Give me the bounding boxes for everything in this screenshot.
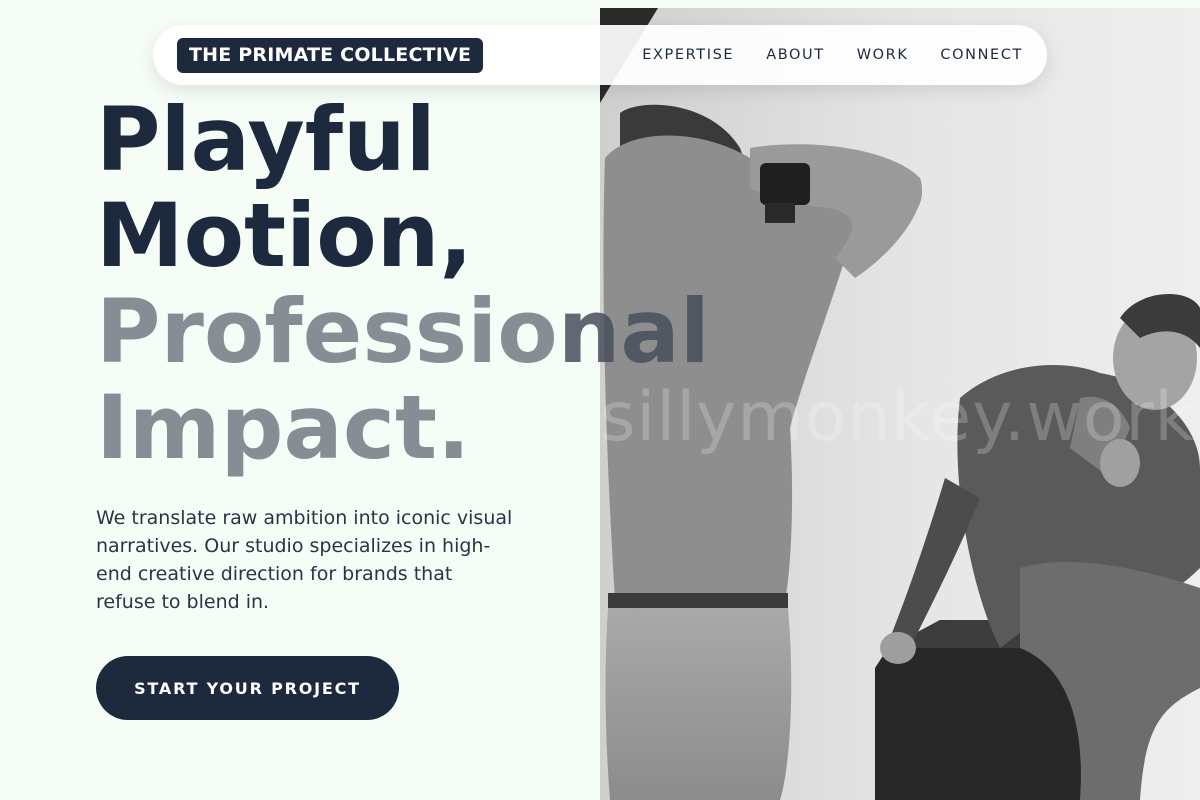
headline-line-2: Motion, [96, 184, 473, 287]
headline-line-3: Professional [96, 284, 710, 380]
nav-link-work[interactable]: WORK [857, 47, 909, 63]
nav-link-connect[interactable]: CONNECT [940, 47, 1023, 63]
headline-line-1: Playful [96, 88, 436, 191]
hero-description: We translate raw ambition into iconic vi… [96, 507, 513, 613]
brand-logo[interactable]: THE PRIMATE COLLECTIVE [177, 38, 484, 73]
nav-link-expertise[interactable]: EXPERTISE [642, 47, 734, 63]
nav-link-about[interactable]: ABOUT [766, 47, 825, 63]
start-project-button[interactable]: START YOUR PROJECT [96, 656, 399, 720]
headline-line-3-part-b: nal [557, 280, 710, 383]
top-nav: THE PRIMATE COLLECTIVE EXPERTISE ABOUT W… [153, 25, 1047, 85]
hero-headline: Playful Motion, Professional Impact. [96, 92, 710, 476]
headline-line-3-part-a: Professio [96, 280, 558, 383]
headline-line-4: Impact. [96, 376, 471, 479]
main-menu: EXPERTISE ABOUT WORK CONNECT [642, 25, 1023, 85]
